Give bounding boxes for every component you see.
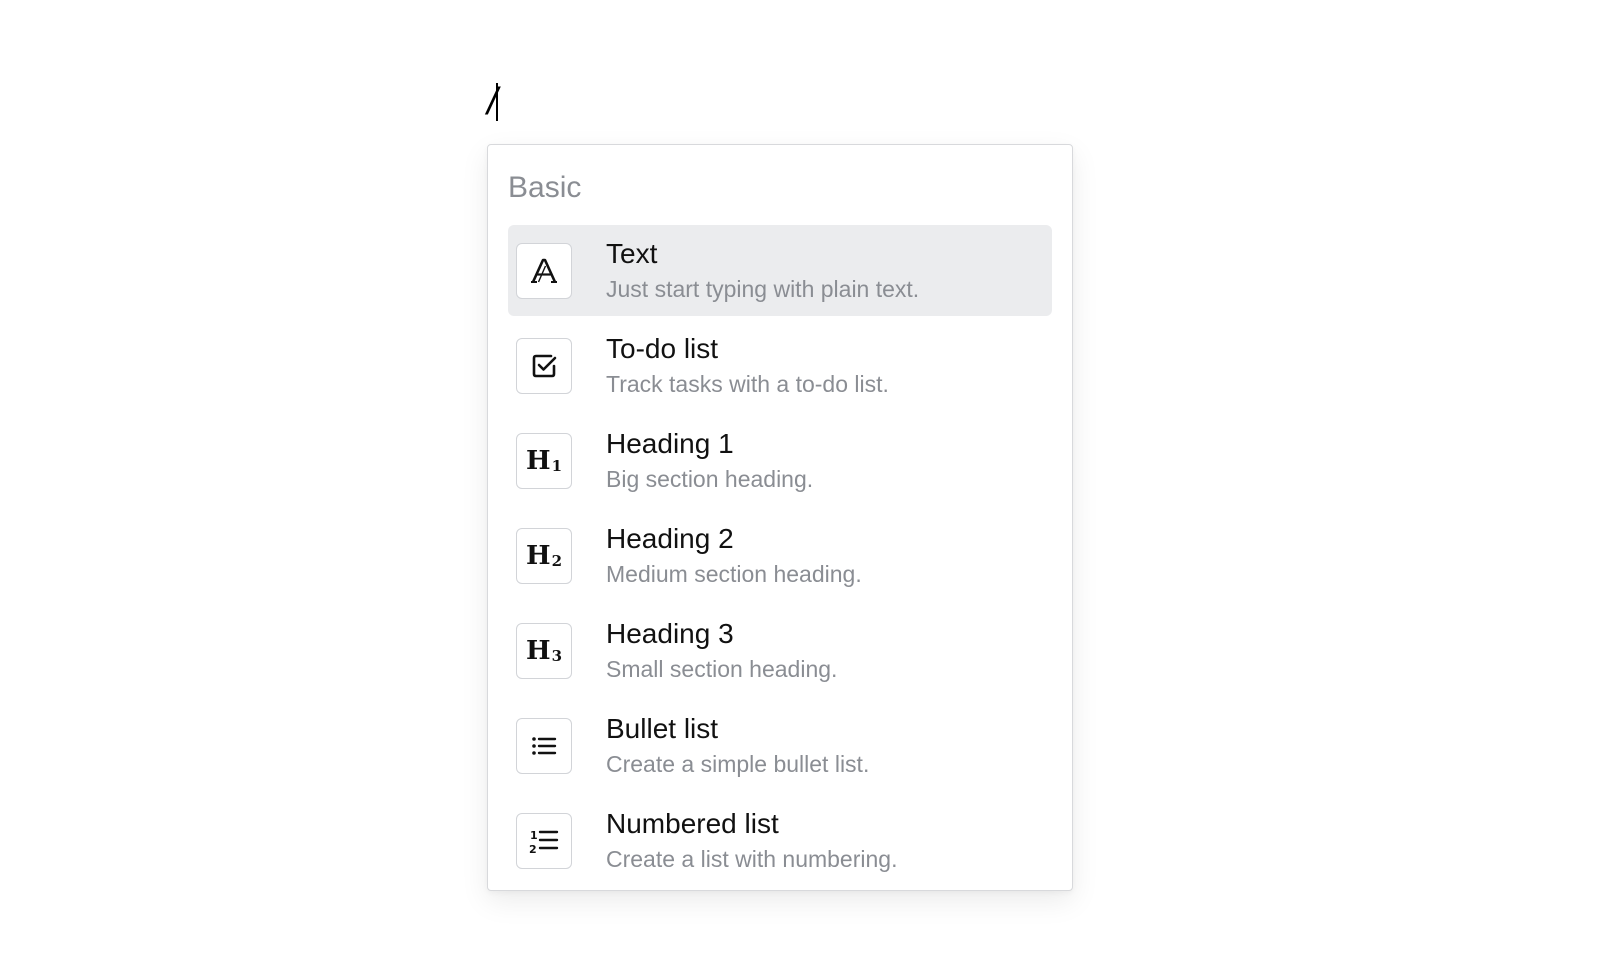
menu-item-description: Small section heading. <box>606 655 838 682</box>
menu-item-title: Heading 1 <box>606 427 734 459</box>
slash-command-menu: Basic Text Just start typing with plain … <box>487 144 1073 891</box>
menu-item-todo-list[interactable]: To-do list Track tasks with a to-do list… <box>508 320 1052 411</box>
heading-1-icon: H1 <box>516 432 572 489</box>
menu-item-description: Just start typing with plain text. <box>606 275 920 302</box>
menu-item-heading-1[interactable]: H1 Heading 1 Big section heading. <box>508 415 1052 506</box>
menu-item-heading-3[interactable]: H3 Heading 3 Small section heading. <box>508 605 1052 696</box>
menu-item-title: Heading 3 <box>606 617 734 649</box>
menu-group-label: Basic <box>508 171 582 204</box>
menu-item-numbered-list[interactable]: 1 2 Numbered list Create a list with num… <box>508 795 1052 886</box>
text-caret <box>495 83 498 121</box>
menu-item-title: Numbered list <box>606 807 779 839</box>
menu-item-description: Medium section heading. <box>606 560 862 587</box>
menu-item-description: Big section heading. <box>606 465 814 492</box>
menu-item-title: Bullet list <box>606 712 719 744</box>
menu-item-description: Track tasks with a to-do list. <box>606 370 889 397</box>
menu-item-title: Heading 2 <box>606 522 734 554</box>
menu-item-bullet-list[interactable]: Bullet list Create a simple bullet list. <box>508 700 1052 791</box>
menu-item-description: Create a list with numbering. <box>606 845 898 872</box>
text-style-icon <box>516 242 572 299</box>
checkbox-icon <box>516 337 572 394</box>
editor-input-line[interactable]: / <box>487 80 498 124</box>
typed-slash: / <box>487 81 497 123</box>
menu-item-heading-2[interactable]: H2 Heading 2 Medium section heading. <box>508 510 1052 601</box>
editor-canvas[interactable]: / Basic Text Just start typing with plai… <box>0 0 1620 968</box>
menu-item-title: Text <box>606 237 658 269</box>
menu-item-description: Create a simple bullet list. <box>606 750 870 777</box>
menu-item-text[interactable]: Text Just start typing with plain text. <box>508 225 1052 316</box>
heading-2-icon: H2 <box>516 527 572 584</box>
heading-3-icon: H3 <box>516 622 572 679</box>
svg-text:1: 1 <box>530 829 538 842</box>
menu-item-title: To-do list <box>606 332 719 364</box>
bullet-list-icon <box>516 717 572 774</box>
svg-text:2: 2 <box>529 843 537 856</box>
numbered-list-icon: 1 2 <box>516 812 572 869</box>
